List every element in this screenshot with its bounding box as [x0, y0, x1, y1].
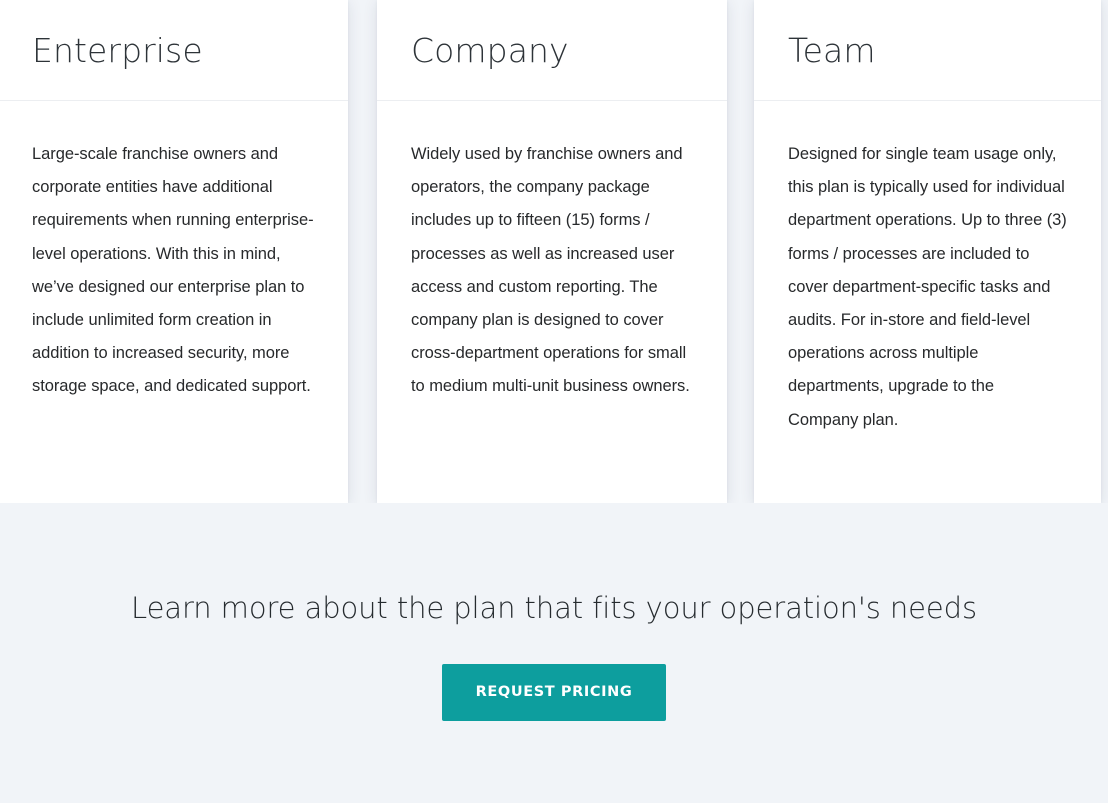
plan-card-header: Enterprise [0, 0, 348, 101]
plan-title: Company [411, 30, 569, 70]
plan-card-body: Designed for single team usage only, thi… [754, 101, 1101, 437]
plan-card-header: Company [377, 0, 727, 101]
cta-heading: Learn more about the plan that fits your… [131, 591, 977, 625]
plan-description: Large-scale franchise owners and corpora… [32, 145, 314, 396]
pricing-plans-row: Enterprise Large-scale franchise owners … [0, 0, 1108, 503]
plan-card-body: Widely used by franchise owners and oper… [377, 101, 727, 404]
plan-description: Widely used by franchise owners and oper… [411, 145, 690, 396]
plan-card-enterprise[interactable]: Enterprise Large-scale franchise owners … [0, 0, 348, 503]
plan-card-header: Team [754, 0, 1101, 101]
plan-card-team[interactable]: Team Designed for single team usage only… [754, 0, 1101, 503]
plan-title: Team [788, 30, 876, 70]
cta-section: Learn more about the plan that fits your… [0, 503, 1108, 803]
plan-card-body: Large-scale franchise owners and corpora… [0, 101, 348, 404]
plan-description: Designed for single team usage only, thi… [788, 145, 1067, 429]
plan-title: Enterprise [32, 30, 203, 70]
request-pricing-button[interactable]: REQUEST PRICING [441, 663, 667, 721]
plan-card-company[interactable]: Company Widely used by franchise owners … [377, 0, 727, 503]
